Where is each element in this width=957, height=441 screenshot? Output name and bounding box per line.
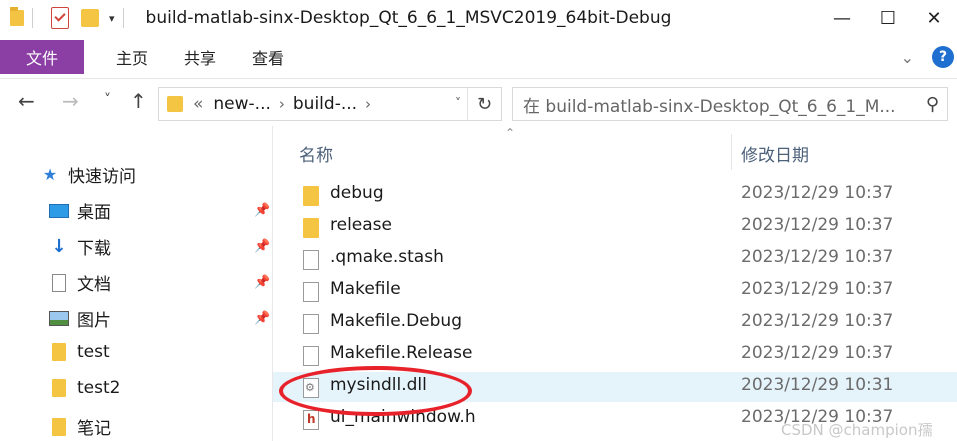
close-button[interactable]: ✕ xyxy=(911,0,957,36)
pin-icon: 📌 xyxy=(254,275,271,290)
file-row[interactable]: Makefile.Debug 2023/12/29 10:37 xyxy=(273,308,957,338)
breadcrumb-separator[interactable]: › xyxy=(365,95,371,113)
column-header-name[interactable]: 名称 xyxy=(299,141,333,166)
sidebar-item-label: 桌面 xyxy=(77,203,111,223)
file-icon xyxy=(303,250,319,270)
breadcrumb-overflow[interactable]: « xyxy=(193,94,203,114)
navigation-bar: ← → ˅ ↑ « new-... › build-... › ˅ ↻ 在 bu… xyxy=(0,78,957,126)
sidebar-item-label: 文档 xyxy=(77,275,111,295)
tab-share[interactable]: 共享 xyxy=(180,45,220,69)
forward-button[interactable]: → xyxy=(62,89,79,113)
sidebar-item-notes[interactable]: 笔记 xyxy=(49,414,111,439)
up-button[interactable]: ↑ xyxy=(130,89,147,113)
folder-icon xyxy=(167,96,183,112)
sidebar-item-test[interactable]: test xyxy=(49,342,110,362)
properties-icon[interactable] xyxy=(51,7,69,29)
back-button[interactable]: ← xyxy=(18,89,35,113)
file-icon xyxy=(303,314,319,334)
title-bar: ▾ build-matlab-sinx-Desktop_Qt_6_6_1_MSV… xyxy=(0,0,957,36)
quick-access-toolbar: ▾ xyxy=(0,0,132,36)
refresh-button[interactable]: ↻ xyxy=(467,88,501,120)
file-icon xyxy=(303,282,319,302)
navigation-pane: ★ 快速访问 桌面 📌 ↓ 下载 📌 文档 📌 图片 📌 test test2 … xyxy=(0,150,272,441)
breadcrumb-item[interactable]: new-... xyxy=(213,94,270,114)
toolbar-divider xyxy=(32,8,33,28)
folder-icon[interactable] xyxy=(10,7,24,26)
window-title: build-matlab-sinx-Desktop_Qt_6_6_1_MSVC2… xyxy=(145,8,672,28)
tab-home[interactable]: 主页 xyxy=(112,45,152,69)
minimize-button[interactable]: — xyxy=(819,0,865,36)
folder-icon xyxy=(303,186,319,206)
file-name: .qmake.stash xyxy=(330,247,444,267)
folder-icon xyxy=(303,218,319,238)
sidebar-item-downloads[interactable]: ↓ 下载 📌 xyxy=(49,234,271,259)
sidebar-item-label: test xyxy=(77,342,110,362)
file-date: 2023/12/29 10:37 xyxy=(741,311,894,331)
address-dropdown-button[interactable]: ˅ xyxy=(455,96,461,110)
folder-icon xyxy=(49,417,69,436)
sort-ascending-icon: ⌃ xyxy=(505,126,516,140)
file-list-header: ⌃ 名称 修改日期 xyxy=(273,126,957,174)
file-date: 2023/12/29 10:37 xyxy=(741,183,894,203)
breadcrumb-item[interactable]: build-... xyxy=(293,94,357,114)
file-name: Makefile.Debug xyxy=(330,311,462,331)
help-icon[interactable]: ? xyxy=(932,46,954,68)
watermark: CSDN @champion孺 xyxy=(781,421,933,439)
file-name: Makefile xyxy=(330,279,401,299)
sidebar-item-quick-access[interactable]: ★ 快速访问 xyxy=(40,162,136,187)
toolbar-divider xyxy=(122,8,124,28)
file-date: 2023/12/29 10:37 xyxy=(741,247,894,267)
recent-locations-button[interactable]: ˅ xyxy=(104,92,111,108)
file-name: Makefile.Release xyxy=(330,343,473,363)
customize-toolbar-dropdown[interactable]: ▾ xyxy=(109,12,115,25)
file-row[interactable]: .qmake.stash 2023/12/29 10:37 xyxy=(273,244,957,274)
highlight-annotation-ellipse xyxy=(279,366,472,416)
folder-icon xyxy=(49,379,69,397)
window-controls: — ☐ ✕ xyxy=(819,0,957,36)
new-folder-icon[interactable] xyxy=(81,9,99,27)
file-date: 2023/12/29 10:31 xyxy=(741,375,894,395)
pin-icon: 📌 xyxy=(254,239,271,254)
desktop-icon xyxy=(49,203,69,218)
folder-icon xyxy=(49,343,69,361)
search-input[interactable]: 在 build-matlab-sinx-Desktop_Qt_6_6_1_M..… xyxy=(512,87,948,121)
sidebar-item-label: 下载 xyxy=(77,239,111,259)
ribbon-tabs: 文件 主页 共享 查看 ⌄ ? xyxy=(0,40,957,74)
sidebar-item-documents[interactable]: 文档 📌 xyxy=(49,270,271,295)
column-resize-handle[interactable] xyxy=(731,134,732,170)
sidebar-item-test2[interactable]: test2 xyxy=(49,378,120,398)
tab-view[interactable]: 查看 xyxy=(248,45,288,69)
file-row[interactable]: release 2023/12/29 10:37 xyxy=(273,212,957,242)
address-bar[interactable]: « new-... › build-... › ˅ ↻ xyxy=(158,87,502,121)
file-row[interactable]: debug 2023/12/29 10:37 xyxy=(273,180,957,210)
sidebar-item-pictures[interactable]: 图片 📌 xyxy=(49,306,271,331)
pin-icon: 📌 xyxy=(254,311,271,326)
file-name: debug xyxy=(330,183,384,203)
file-row[interactable]: Makefile 2023/12/29 10:37 xyxy=(273,276,957,306)
pictures-icon xyxy=(49,310,69,328)
file-date: 2023/12/29 10:37 xyxy=(741,215,894,235)
file-icon xyxy=(303,346,319,366)
star-icon: ★ xyxy=(42,165,58,184)
download-icon: ↓ xyxy=(51,236,67,257)
pin-icon: 📌 xyxy=(254,203,271,218)
search-placeholder: 在 build-matlab-sinx-Desktop_Qt_6_6_1_M..… xyxy=(523,96,896,117)
document-icon xyxy=(49,273,69,292)
chevron-down-icon[interactable]: ⌄ xyxy=(901,48,914,67)
sidebar-item-label: 笔记 xyxy=(77,419,111,439)
column-header-date-modified[interactable]: 修改日期 xyxy=(741,141,809,166)
sidebar-item-label: 图片 xyxy=(77,311,111,331)
maximize-button[interactable]: ☐ xyxy=(865,0,911,36)
tab-file[interactable]: 文件 xyxy=(0,40,84,74)
file-name: release xyxy=(330,215,392,235)
sidebar-item-label: test2 xyxy=(77,378,121,398)
header-file-icon xyxy=(303,410,319,430)
search-icon[interactable]: ⚲ xyxy=(926,94,939,115)
file-date: 2023/12/29 10:37 xyxy=(741,279,894,299)
sidebar-item-desktop[interactable]: 桌面 📌 xyxy=(49,198,271,223)
breadcrumb-separator[interactable]: › xyxy=(279,95,285,113)
sidebar-item-label: 快速访问 xyxy=(68,167,136,187)
file-date: 2023/12/29 10:37 xyxy=(741,343,894,363)
